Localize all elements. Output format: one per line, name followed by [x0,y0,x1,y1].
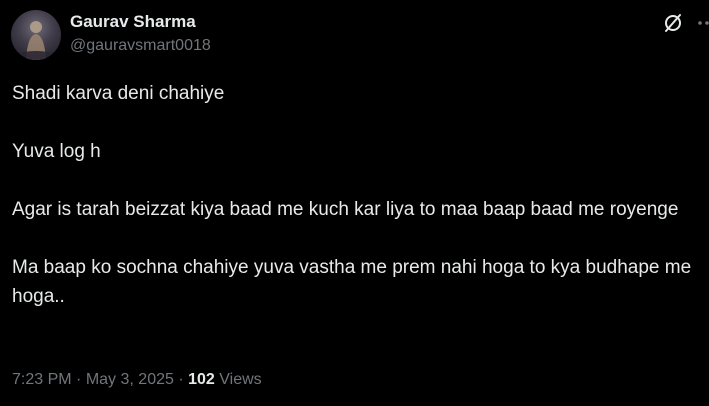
tweet-date[interactable]: May 3, 2025 [86,371,174,388]
tweet-metadata: 7:23 PM · May 3, 2025 · 102 Views [12,371,262,389]
author-display-name[interactable]: Gaurav Sharma [70,12,196,32]
tweet-time[interactable]: 7:23 PM [12,371,72,388]
tweet-text: Shadi karva deni chahiye Yuva log h Agar… [12,79,692,311]
more-horizontal-icon[interactable] [697,12,709,34]
tweet-paragraph: Ma baap ko sochna chahiye yuva vastha me… [12,257,692,307]
tweet-paragraph: Yuva log h [12,141,101,162]
meta-separator: · [76,371,82,388]
tweet-paragraph: Shadi karva deni chahiye [12,83,225,104]
views-count: 102 [188,371,215,388]
grok-icon[interactable] [662,12,684,34]
author-handle[interactable]: @gauravsmart0018 [70,37,211,55]
avatar-image [14,21,58,60]
avatar[interactable] [11,10,61,60]
views-label: Views [219,371,262,388]
meta-separator: · [178,371,184,388]
tweet-paragraph: Agar is tarah beizzat kiya baad me kuch … [12,199,679,220]
